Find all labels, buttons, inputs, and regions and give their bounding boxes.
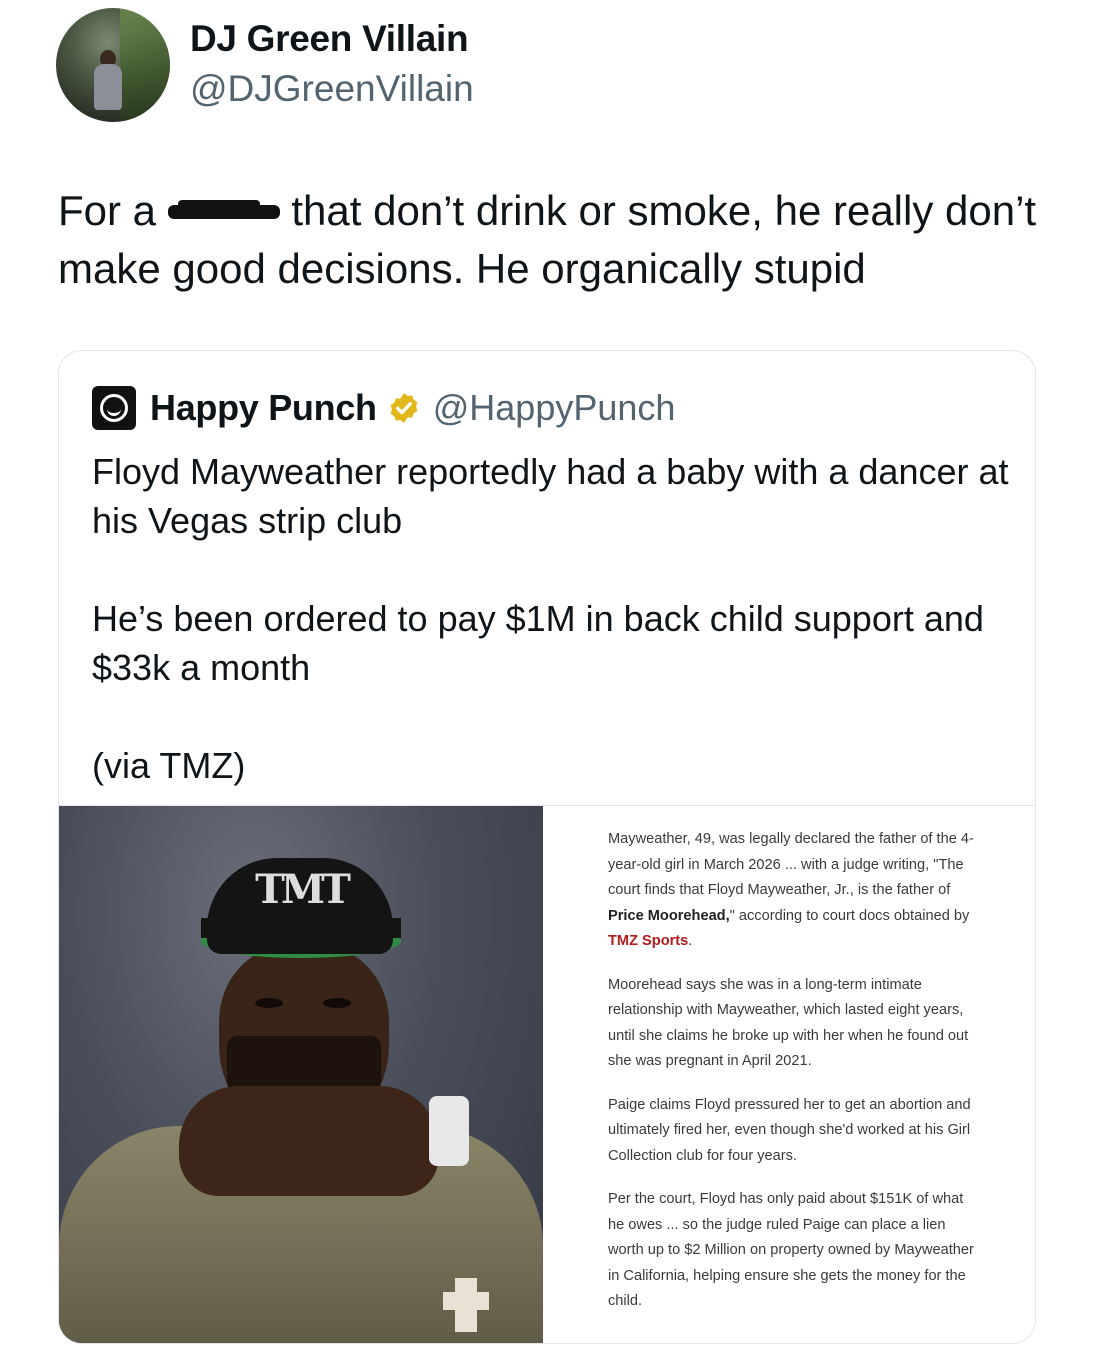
tmz-sports-link[interactable]: TMZ Sports [608, 933, 688, 949]
article-paragraph: Moorehead says she was in a long-term in… [608, 976, 969, 1070]
article-paragraph: Mayweather, 49, was legally declared the… [608, 827, 978, 955]
quoted-paragraph: (via TMZ) [92, 745, 246, 786]
tweet-body: For a that don’t drink or smoke, he real… [58, 182, 1048, 298]
cross-icon [443, 1278, 489, 1332]
quoted-paragraph: He’s been ordered to pay $1M in back chi… [92, 598, 984, 688]
avatar-figure-body [94, 64, 122, 110]
article-text: " according to court docs obtained by [729, 907, 970, 924]
article-text: . [688, 933, 693, 949]
quoted-tweet-body: Floyd Mayweather reportedly had a baby w… [92, 447, 1012, 790]
tweet-text-part1: For a [58, 187, 168, 234]
photo-watch [429, 1096, 469, 1166]
photo-hands [179, 1086, 439, 1196]
article-paragraph: Paige claims Floyd pressured her to get … [608, 1096, 971, 1164]
smiley-face-icon[interactable] [92, 386, 136, 430]
article-bold-name: Price Moorehead, [608, 907, 730, 924]
article-text: Mayweather, 49, was legally declared the… [608, 831, 974, 898]
photo-eye [323, 998, 351, 1008]
quoted-author-handle[interactable]: @HappyPunch [433, 387, 676, 429]
quoted-author-display-name[interactable]: Happy Punch [150, 387, 377, 429]
quoted-tweet-card[interactable]: Happy Punch @HappyPunch Floyd Mayweather… [58, 350, 1036, 1344]
photo-cap-logo: TMT [255, 866, 351, 913]
author-display-name[interactable]: DJ Green Villain [190, 18, 469, 60]
quoted-paragraph: Floyd Mayweather reportedly had a baby w… [92, 451, 1009, 541]
avatar-foliage [120, 8, 170, 122]
photo-eye [255, 998, 283, 1008]
author-handle[interactable]: @DJGreenVillain [190, 68, 474, 110]
article-paragraph: Per the court, Floyd has only paid about… [608, 1191, 974, 1309]
censored-word-icon [167, 197, 280, 227]
author-avatar[interactable] [56, 8, 170, 122]
gold-verified-badge-icon [390, 393, 418, 423]
media-photo[interactable]: TMT [59, 806, 543, 1343]
article-screenshot[interactable]: Mayweather, 49, was legally declared the… [608, 827, 978, 1333]
quoted-tweet-header: Happy Punch @HappyPunch [92, 386, 676, 430]
